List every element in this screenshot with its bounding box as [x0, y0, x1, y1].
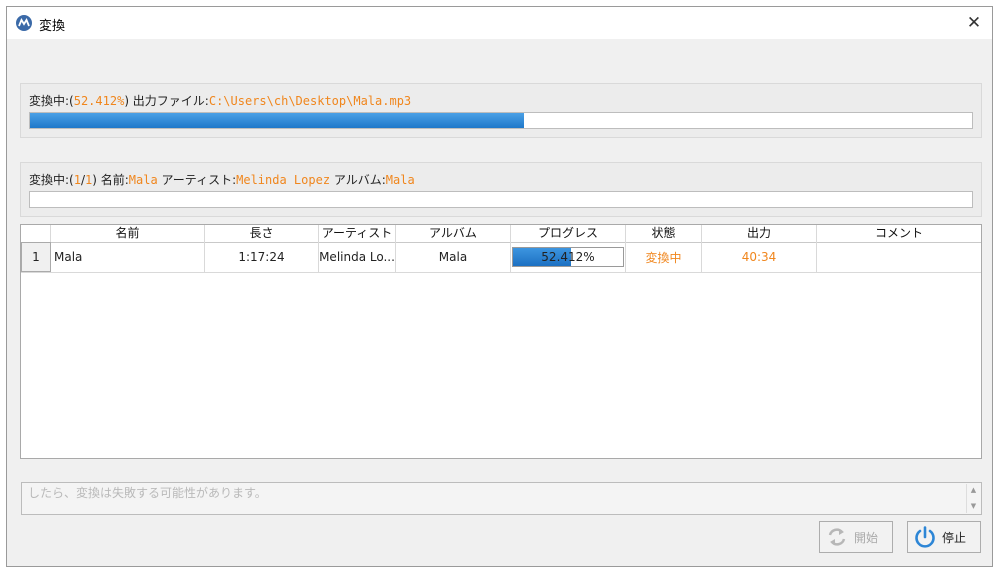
- cell-comment: [817, 242, 981, 272]
- log-text: したら、変換は失敗する可能性があります。: [28, 486, 267, 500]
- table-row[interactable]: 1 Mala 1:17:24 Melinda Lo... Mala 52.412…: [21, 242, 981, 273]
- start-button[interactable]: 開始: [819, 521, 893, 553]
- power-icon: [912, 524, 938, 550]
- overall-progress-fill: [30, 113, 524, 128]
- header-length[interactable]: 長さ: [205, 225, 319, 242]
- current-album: Mala: [385, 173, 415, 187]
- output-file-path: C:\Users\ch\Desktop\Mala.mp3: [208, 94, 412, 108]
- overall-output-label: ) 出力ファイル:: [124, 94, 209, 108]
- cell-progress: 52.412%: [511, 242, 626, 272]
- current-status-line: 変換中:(1/1) 名前:Mala アーティスト:Melinda Lopez ア…: [29, 171, 415, 188]
- refresh-icon: [824, 524, 850, 550]
- title-bar: 変換 ✕: [7, 7, 992, 39]
- current-artist: Melinda Lopez: [236, 173, 331, 187]
- stop-label: 停止: [942, 530, 967, 545]
- overall-percent: 52.412%: [73, 94, 125, 108]
- start-label: 開始: [854, 530, 879, 545]
- scroll-down-icon[interactable]: ▼: [967, 500, 980, 513]
- header-progress[interactable]: プログレス: [511, 225, 626, 242]
- header-name[interactable]: 名前: [51, 225, 205, 242]
- conversion-table: 名前 長さ アーティスト アルバム プログレス 状態 出力 コメント 1 Mal…: [20, 224, 982, 459]
- current-progress-bar: [29, 191, 973, 208]
- window-title: 変換: [39, 19, 66, 34]
- row-number: 1: [21, 242, 51, 272]
- close-button[interactable]: ✕: [956, 7, 992, 39]
- overall-progress-bar: [29, 112, 973, 129]
- log-textarea[interactable]: したら、変換は失敗する可能性があります。 ▲ ▼: [21, 482, 982, 515]
- close-icon: ✕: [966, 13, 982, 33]
- header-output[interactable]: 出力: [702, 225, 817, 242]
- current-album-label: アルバム:: [330, 173, 386, 187]
- log-scrollbar[interactable]: ▲ ▼: [966, 484, 980, 513]
- cell-album: Mala: [396, 242, 511, 272]
- cell-status: 変換中: [626, 242, 702, 272]
- overall-status-line: 変換中:(52.412%) 出力ファイル:C:\Users\ch\Desktop…: [29, 92, 411, 109]
- current-index: 1: [73, 173, 81, 187]
- convert-dialog: 変換 ✕ 変換中:(52.412%) 出力ファイル:C:\Users\ch\De…: [6, 6, 993, 567]
- header-comment[interactable]: コメント: [817, 225, 981, 242]
- current-name-label: ) 名前:: [92, 173, 129, 187]
- stop-button[interactable]: 停止: [907, 521, 981, 553]
- current-prefix: 変換中:(: [29, 173, 74, 187]
- current-file-panel: 変換中:(1/1) 名前:Mala アーティスト:Melinda Lopez ア…: [20, 162, 982, 217]
- cell-output: 40:34: [702, 242, 817, 272]
- cell-name: Mala: [51, 242, 205, 272]
- overall-prefix: 変換中:(: [29, 94, 74, 108]
- overall-progress-panel: 変換中:(52.412%) 出力ファイル:C:\Users\ch\Desktop…: [20, 83, 982, 138]
- header-status[interactable]: 状態: [626, 225, 702, 242]
- cell-artist: Melinda Lo...: [319, 242, 396, 272]
- cell-length: 1:17:24: [205, 242, 319, 272]
- row-progress-bar: 52.412%: [512, 247, 624, 267]
- app-logo-icon: [16, 15, 32, 31]
- header-album[interactable]: アルバム: [396, 225, 511, 242]
- scroll-up-icon[interactable]: ▲: [967, 484, 980, 497]
- current-artist-label: アーティスト:: [157, 173, 237, 187]
- current-name: Mala: [128, 173, 158, 187]
- table-header: 名前 長さ アーティスト アルバム プログレス 状態 出力 コメント: [21, 225, 981, 243]
- header-artist[interactable]: アーティスト: [319, 225, 396, 242]
- row-progress-text: 52.412%: [541, 250, 595, 264]
- header-corner: [21, 225, 51, 242]
